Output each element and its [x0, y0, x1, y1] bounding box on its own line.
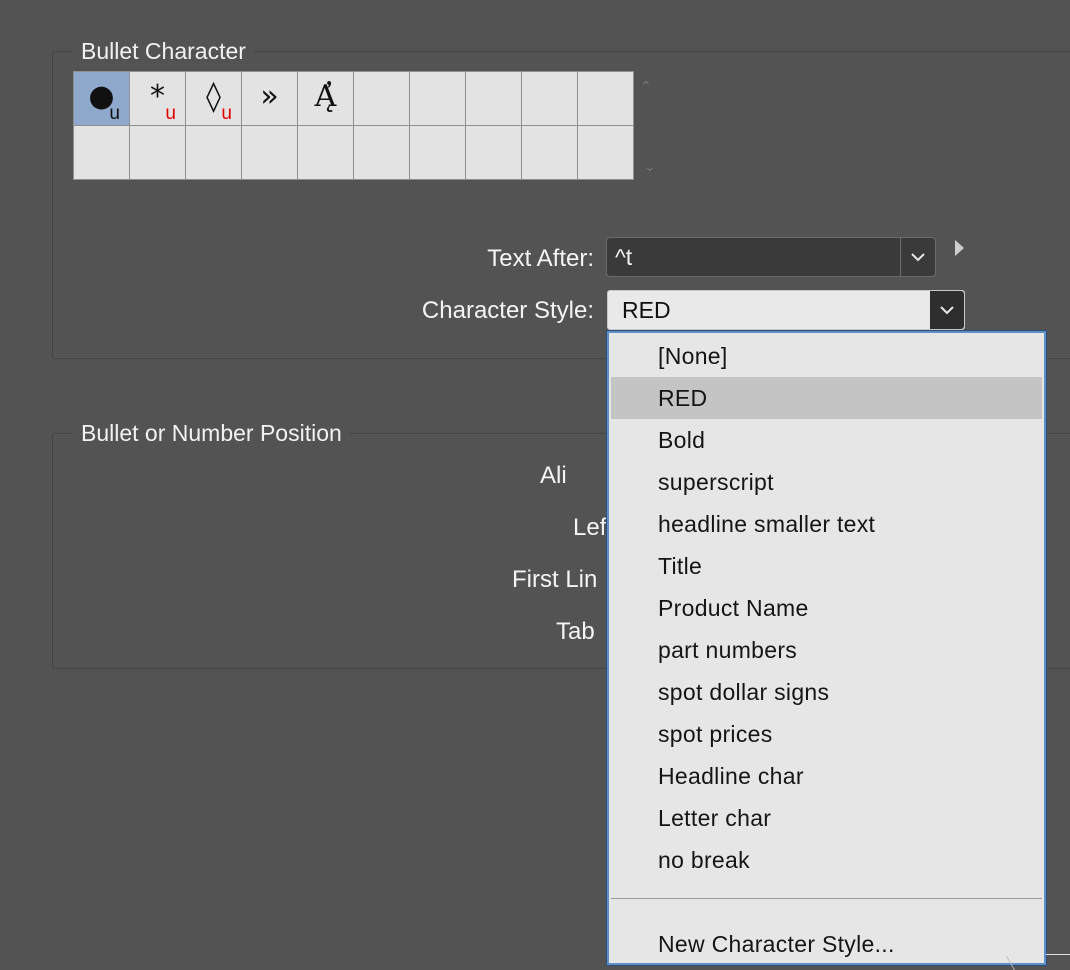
bullet-position-title: Bullet or Number Position [73, 420, 350, 446]
bullet-cell-empty[interactable] [130, 126, 186, 180]
bullet-cell-empty[interactable] [242, 126, 298, 180]
bullet-character-title: Bullet Character [73, 38, 254, 64]
chevron-down-icon[interactable] [930, 291, 964, 329]
character-style-value: RED [622, 297, 671, 323]
dropdown-item-selected[interactable]: RED [611, 377, 1042, 419]
bullet-cell-glyph: ● [88, 79, 115, 114]
first-line-indent-label: First Lin [512, 566, 598, 593]
bullet-cell-empty[interactable] [410, 72, 466, 126]
dropdown-item[interactable]: no break [611, 839, 1042, 881]
bullet-cell-glyph: ◊ [206, 79, 221, 114]
dropdown-item[interactable]: spot dollar signs [611, 671, 1042, 713]
bullet-cell-glyph: Ą̓ [314, 79, 337, 114]
bullet-cell-empty[interactable] [298, 126, 354, 180]
text-after-value: ^t [615, 244, 633, 270]
new-character-style-item[interactable]: New Character Style... [611, 923, 1042, 965]
left-indent-label: Lef [573, 514, 607, 541]
text-after-label: Text After: [487, 245, 594, 272]
bullet-cell-glyph: * [150, 79, 165, 114]
dropdown-item[interactable]: Letter char [611, 797, 1042, 839]
bullet-cell-empty[interactable] [410, 126, 466, 180]
bullet-cell-glyph: » [260, 79, 279, 114]
bullet-cell-empty[interactable] [354, 72, 410, 126]
dropdown-item[interactable]: Headline char [611, 755, 1042, 797]
dropdown-item[interactable]: spot prices [611, 713, 1042, 755]
bullet-cell-sub: u [165, 103, 176, 124]
bullet-cell-5[interactable]: Ą̓ [298, 72, 354, 126]
bullet-cell-empty[interactable] [74, 126, 130, 180]
text-after-field[interactable]: ^t [606, 237, 936, 277]
dropdown-item[interactable]: Title [611, 545, 1042, 587]
bullet-cell-empty[interactable] [578, 126, 634, 180]
bullet-cell-2[interactable]: * u [130, 72, 186, 126]
bullet-cell-3[interactable]: ◊ u [186, 72, 242, 126]
dropdown-item[interactable]: [None] [611, 335, 1042, 377]
chevron-down-icon[interactable] [900, 238, 935, 276]
bullet-cell-empty[interactable] [354, 126, 410, 180]
bullet-cell-4[interactable]: » [242, 72, 298, 126]
bullet-cell-empty[interactable] [186, 126, 242, 180]
dropdown-item[interactable]: headline smaller text [611, 503, 1042, 545]
bullet-cell-sub: u [109, 103, 120, 124]
character-style-label: Character Style: [421, 297, 594, 324]
bullet-cell-empty[interactable] [466, 126, 522, 180]
dropdown-separator [611, 898, 1042, 899]
special-character-menu-icon[interactable] [955, 240, 964, 256]
bullet-cell-empty[interactable] [522, 126, 578, 180]
character-style-select[interactable]: RED [607, 290, 965, 330]
dropdown-item[interactable]: Bold [611, 419, 1042, 461]
dropdown-item[interactable]: superscript [611, 461, 1042, 503]
dropdown-item[interactable]: part numbers [611, 629, 1042, 671]
divider [1046, 954, 1070, 955]
bullet-glyph-grid: ● u * u ◊ u » Ą̓ [73, 71, 634, 180]
bullet-cell-empty[interactable] [578, 72, 634, 126]
grid-scroll-up-icon[interactable]: ⌃ [640, 78, 652, 95]
bullet-cell-1[interactable]: ● u [74, 72, 130, 126]
alignment-label: Ali [540, 462, 567, 489]
bullet-cell-empty[interactable] [522, 72, 578, 126]
character-style-dropdown: [None] RED Bold superscript headline sma… [607, 331, 1046, 965]
dropdown-item[interactable]: Product Name [611, 587, 1042, 629]
tab-position-label: Tab [556, 618, 595, 645]
bullet-cell-empty[interactable] [466, 72, 522, 126]
grid-scroll-down-icon[interactable]: ⌄ [644, 158, 656, 175]
bullet-cell-sub: u [221, 103, 232, 124]
